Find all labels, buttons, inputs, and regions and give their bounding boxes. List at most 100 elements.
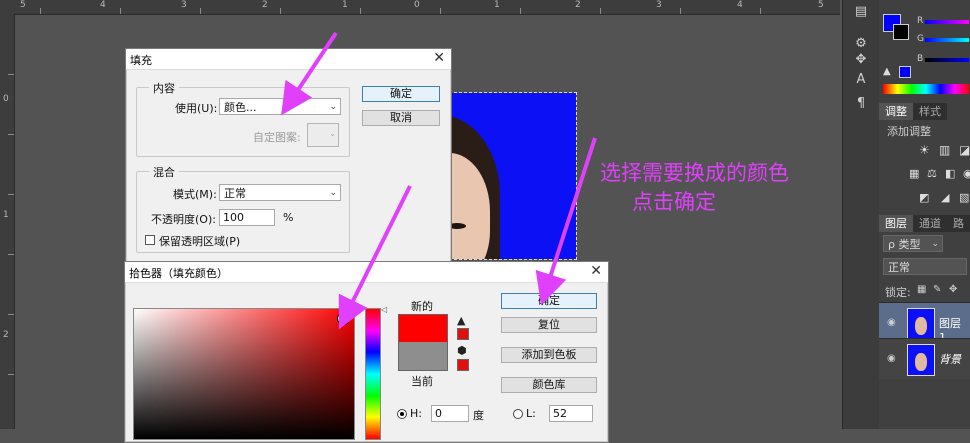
color-field[interactable] <box>133 308 355 440</box>
b-slider[interactable] <box>925 58 969 62</box>
layer-thumbnail <box>907 344 935 376</box>
color-field-picker-circle[interactable] <box>337 312 350 325</box>
h-unit: 度 <box>473 409 484 422</box>
levels-icon[interactable]: ▥ <box>939 143 950 157</box>
opacity-label: 不透明度(O): <box>151 213 216 226</box>
balance-icon[interactable]: ⚖ <box>927 167 937 180</box>
h-input[interactable]: 0 <box>431 405 469 422</box>
color-libraries-button[interactable]: 颜色库 <box>501 377 597 393</box>
picker-titlebar: 拾色器（填充颜色） ✕ <box>125 262 608 283</box>
l-label: L: <box>526 407 536 420</box>
gamut-warning-swatch[interactable] <box>457 328 469 340</box>
ruler-number: 1 <box>494 0 500 10</box>
ruler-number: 1 <box>3 210 9 220</box>
ruler-number: 2 <box>575 0 581 10</box>
picker-ok-button[interactable]: 确定 <box>501 293 597 309</box>
close-icon[interactable]: ✕ <box>433 50 445 66</box>
gamut-swatch[interactable] <box>899 66 911 78</box>
current-color-label: 当前 <box>411 375 433 388</box>
bw-icon[interactable]: ◧ <box>945 167 955 180</box>
annotation-line-2: 点击确定 <box>632 190 716 214</box>
background-color-swatch[interactable] <box>893 24 909 40</box>
visibility-eye-icon[interactable]: ◉ <box>887 317 899 329</box>
custom-pattern-label: 自定图案: <box>253 131 301 144</box>
new-color-swatch <box>398 314 448 343</box>
add-to-swatches-button[interactable]: 添加到色板 <box>501 347 597 363</box>
blend-group-label: 混合 <box>149 164 179 180</box>
ruler-number: 3 <box>181 0 187 10</box>
ruler-number: 2 <box>3 330 9 340</box>
opacity-input[interactable]: 100 <box>219 209 275 226</box>
threshold-icon[interactable]: ▧ <box>959 191 969 204</box>
g-label: G <box>917 34 924 44</box>
lock-paint-icon[interactable]: ✎ <box>933 284 941 295</box>
photo-filter-icon[interactable]: ◉ <box>963 167 970 180</box>
brightness-icon[interactable]: ☀ <box>919 143 930 157</box>
layer-row-1[interactable]: ◉ 图层 1 <box>879 302 970 344</box>
layer-filter-select[interactable]: ρ 类型 ⌄ <box>883 235 943 252</box>
gamut-warning-icon[interactable]: ▲ <box>457 314 465 327</box>
fill-ok-button[interactable]: 确定 <box>362 86 440 102</box>
use-select[interactable]: 颜色... ⌄ <box>219 98 341 115</box>
color-ramp[interactable] <box>883 84 969 94</box>
annotation-line-1: 选择需要换成的颜色 <box>600 161 789 185</box>
tab-channels[interactable]: 通道 <box>913 215 947 232</box>
ruler-number: 5 <box>20 0 26 10</box>
ruler-number: 2 <box>262 0 268 10</box>
left-ruler: 0 1 2 <box>0 14 15 429</box>
web-safe-swatch[interactable] <box>457 359 469 371</box>
use-label: 使用(U): <box>175 102 218 115</box>
fill-cancel-button[interactable]: 取消 <box>362 110 440 126</box>
history-icon[interactable]: ▤ <box>851 4 871 20</box>
h-radio[interactable] <box>397 409 407 419</box>
picker-title: 拾色器（填充颜色） <box>129 267 228 280</box>
mode-select[interactable]: 正常 ⌄ <box>219 184 341 201</box>
ruler-number: 5 <box>818 0 824 10</box>
layer-name: 背景 <box>939 353 961 366</box>
navigator-icon[interactable]: ✥ <box>851 52 871 68</box>
reset-button[interactable]: 复位 <box>501 317 597 333</box>
lock-pixels-icon[interactable]: ▦ <box>917 284 926 295</box>
lock-move-icon[interactable]: ✥ <box>949 284 957 295</box>
current-color-swatch[interactable] <box>398 342 448 371</box>
layer-row-background[interactable]: ◉ 背景 <box>879 338 970 379</box>
visibility-eye-icon[interactable]: ◉ <box>887 353 899 365</box>
right-panels: R G B ▲ 调整 样式 添加调整 ☀ ▥ ◪ ▦ ⚖ ◧ ◉ ◩ ◢ ▧ 图… <box>879 0 970 429</box>
opacity-unit: % <box>283 211 294 224</box>
curves-icon[interactable]: ◪ <box>959 143 970 157</box>
blend-mode-select[interactable]: 正常 <box>883 258 967 275</box>
adjustments-subtitle: 添加调整 <box>887 125 931 138</box>
invert-icon[interactable]: ◩ <box>919 191 929 204</box>
layer-thumbnail <box>907 308 935 340</box>
panel-icon-strip: ▤ ⚙ ✥ A ¶ <box>842 0 879 429</box>
content-group-label: 内容 <box>149 80 179 96</box>
ruler-number: 0 <box>414 0 420 10</box>
preserve-transparency-checkbox[interactable] <box>145 235 155 245</box>
custom-pattern-picker[interactable]: ⌄ <box>307 123 339 147</box>
tab-paths[interactable]: 路 <box>947 215 970 232</box>
paragraph-icon[interactable]: ¶ <box>851 96 871 112</box>
posterize-icon[interactable]: ◢ <box>941 191 949 204</box>
ruler-number: 3 <box>656 0 662 10</box>
g-slider[interactable] <box>925 38 969 42</box>
ruler-number: 4 <box>100 0 106 10</box>
hue-icon[interactable]: ▦ <box>909 167 919 180</box>
hue-arrow-left-icon[interactable]: ▷ <box>358 305 364 314</box>
h-label: H: <box>410 407 422 420</box>
l-radio[interactable] <box>513 409 523 419</box>
web-safe-cube-icon[interactable]: ⬢ <box>457 344 467 357</box>
ruler-number: 0 <box>3 94 9 104</box>
color-picker-dialog: 拾色器（填充颜色） ✕ ▷ ◁ 新的 当前 ▲ ⬢ 确定 复位 添加到色板 颜色… <box>124 261 609 443</box>
tab-adjustments[interactable]: 调整 <box>879 103 913 120</box>
close-icon[interactable]: ✕ <box>590 263 602 279</box>
character-icon[interactable]: A <box>851 72 871 88</box>
tab-styles[interactable]: 样式 <box>913 103 947 120</box>
gamut-warning-icon: ▲ <box>883 66 891 77</box>
tab-layers[interactable]: 图层 <box>879 215 913 232</box>
properties-icon[interactable]: ⚙ <box>851 36 871 52</box>
hue-arrow-right-icon[interactable]: ◁ <box>381 305 387 314</box>
fill-title: 填充 <box>130 54 152 67</box>
r-slider[interactable] <box>925 20 969 24</box>
hue-slider[interactable] <box>365 308 381 440</box>
l-input[interactable]: 52 <box>549 405 593 422</box>
